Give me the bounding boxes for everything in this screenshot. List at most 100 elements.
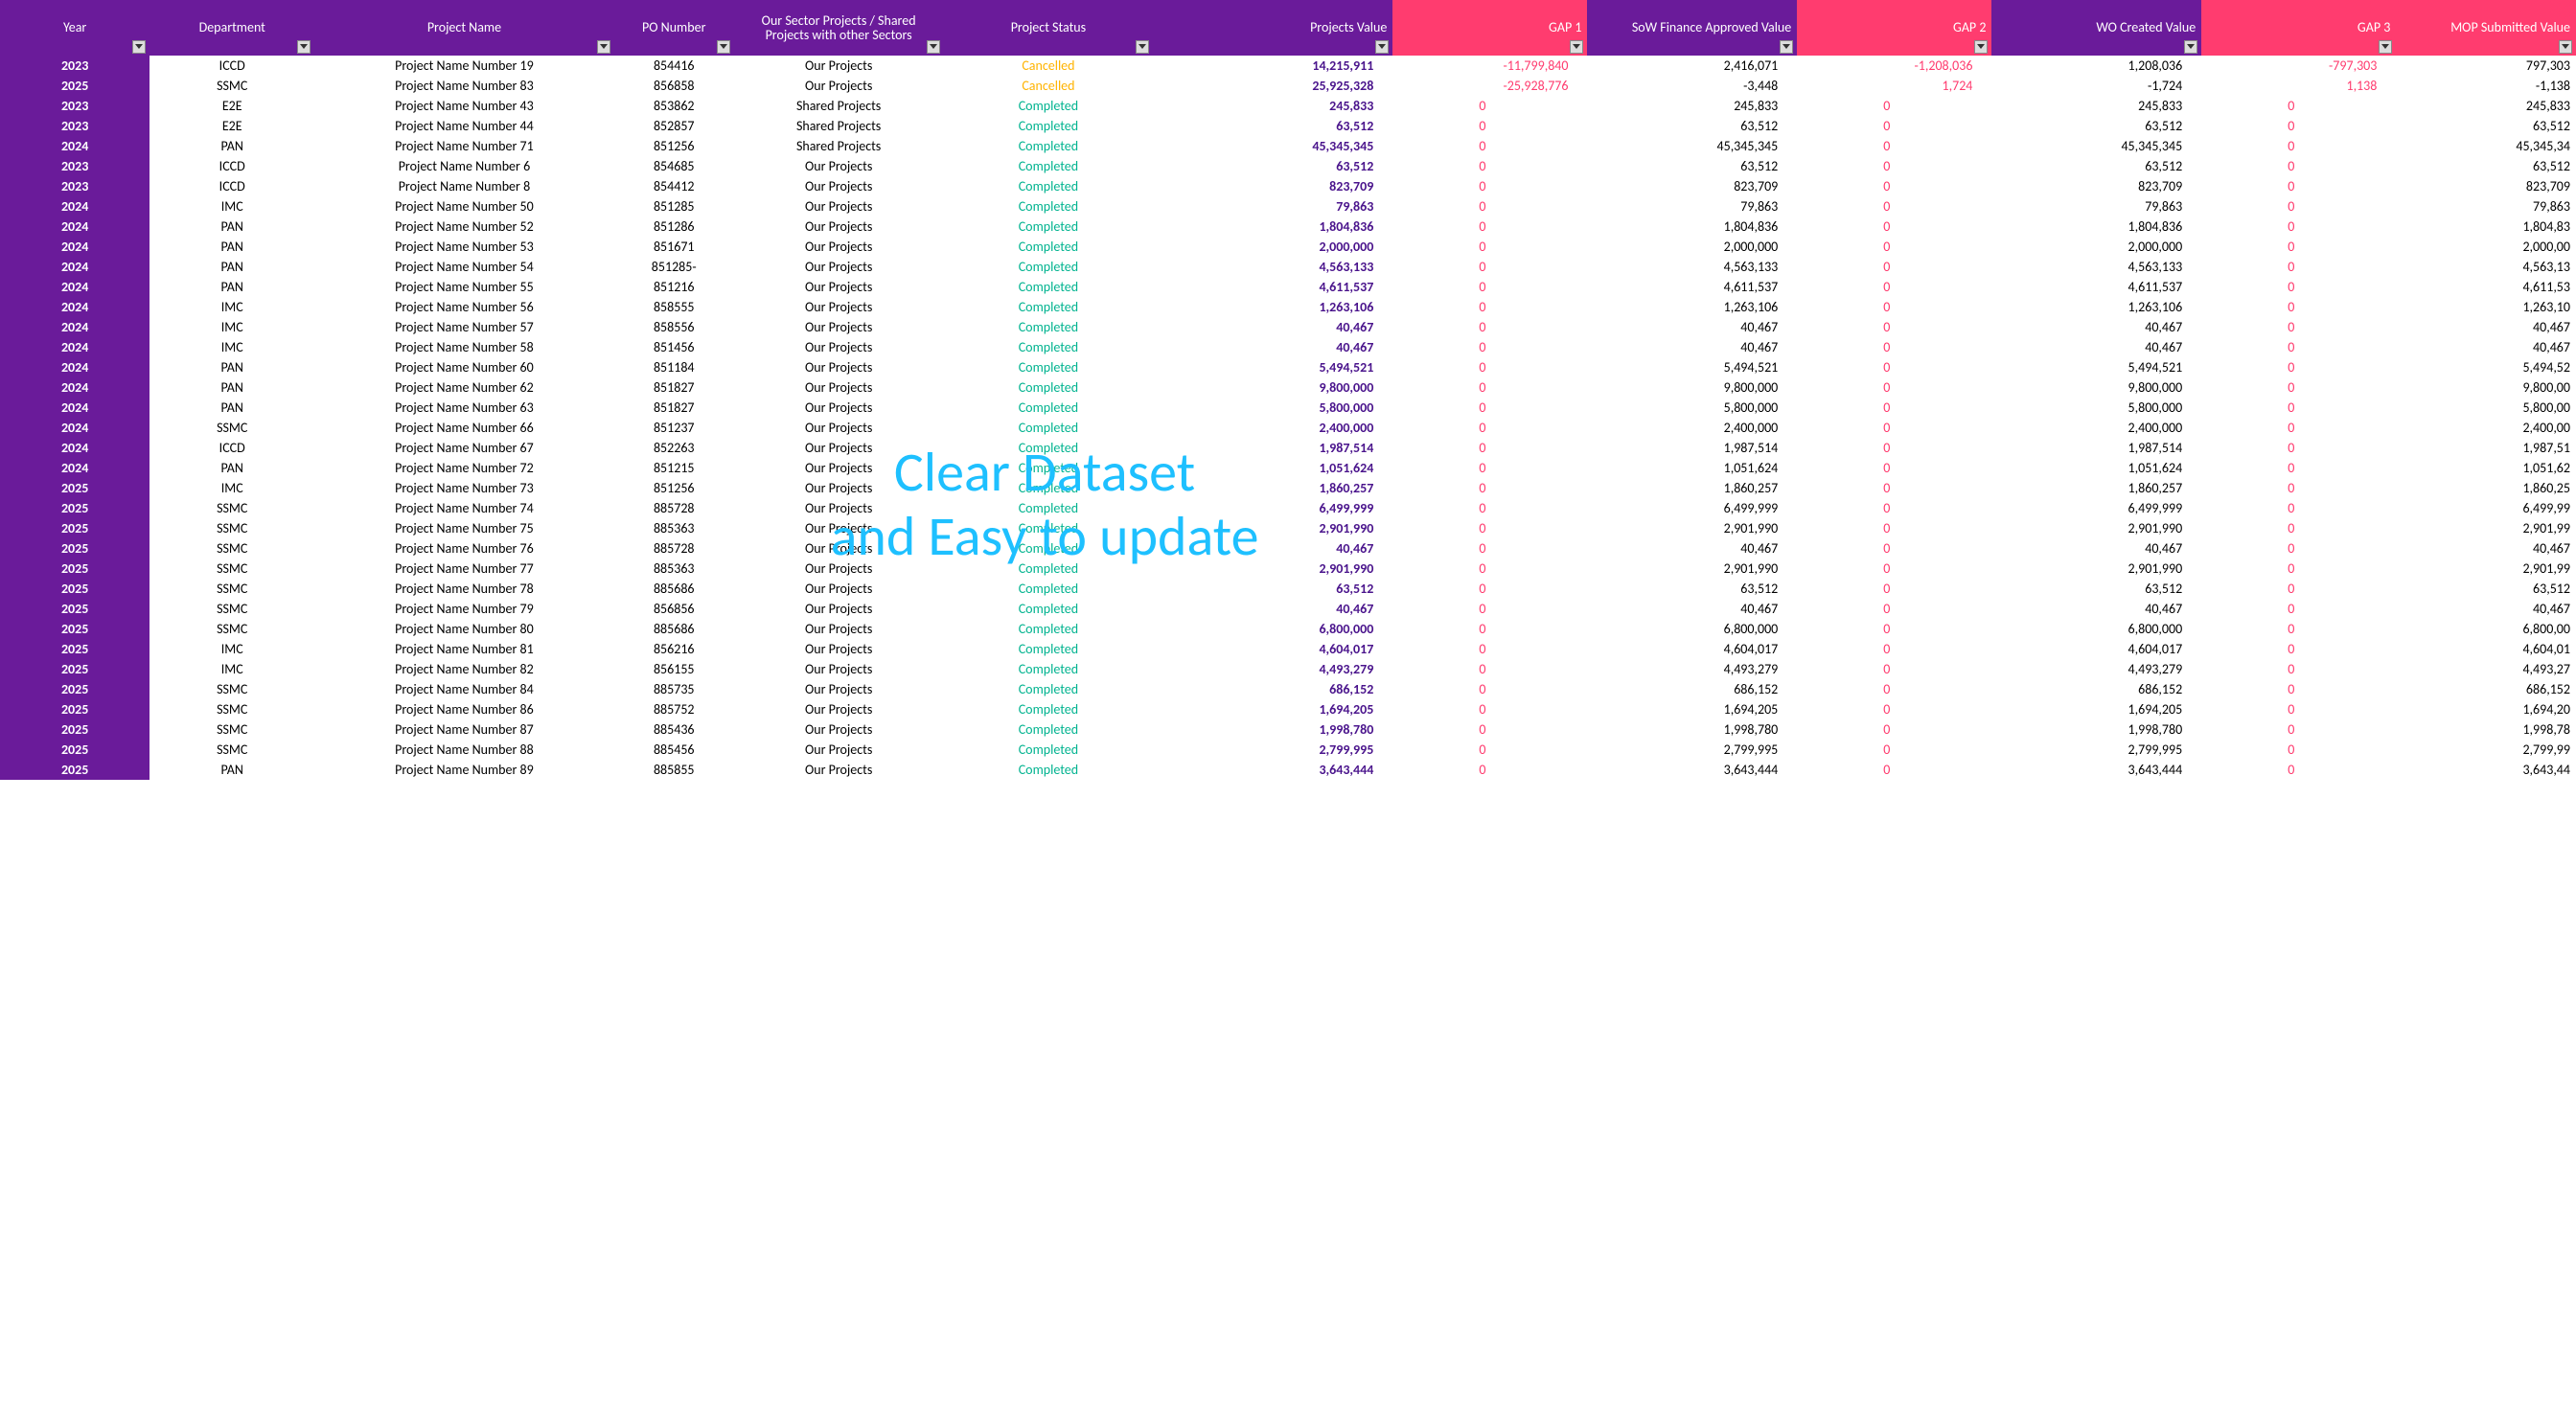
cell-mop[interactable]: 6,499,99 — [2396, 498, 2576, 518]
cell-status[interactable]: Completed — [944, 538, 1154, 559]
column-header-dept[interactable]: Department — [150, 0, 314, 56]
filter-dropdown-icon[interactable] — [927, 40, 940, 54]
cell-status[interactable]: Completed — [944, 559, 1154, 579]
cell-po[interactable]: 851456 — [614, 337, 734, 357]
cell-po[interactable]: 852263 — [614, 438, 734, 458]
cell-pname[interactable]: Project Name Number 53 — [314, 237, 614, 257]
cell-status[interactable]: Completed — [944, 377, 1154, 398]
cell-sector[interactable]: Our Projects — [734, 76, 944, 96]
cell-sow[interactable]: 245,833 — [1587, 96, 1797, 116]
cell-sector[interactable]: Our Projects — [734, 458, 944, 478]
cell-sector[interactable]: Our Projects — [734, 498, 944, 518]
cell-year[interactable]: 2024 — [0, 217, 150, 237]
table-row[interactable]: 2023E2EProject Name Number 44852857Share… — [0, 116, 2576, 136]
cell-year[interactable]: 2024 — [0, 418, 150, 438]
cell-sow[interactable]: 40,467 — [1587, 599, 1797, 619]
cell-sector[interactable]: Our Projects — [734, 659, 944, 679]
cell-gap2[interactable]: 0 — [1797, 156, 1991, 176]
cell-wo[interactable]: 4,611,537 — [1991, 277, 2201, 297]
cell-sector[interactable]: Our Projects — [734, 156, 944, 176]
cell-gap1[interactable]: 0 — [1392, 337, 1587, 357]
cell-wo[interactable]: 2,000,000 — [1991, 237, 2201, 257]
filter-dropdown-icon[interactable] — [717, 40, 730, 54]
filter-dropdown-icon[interactable] — [1974, 40, 1988, 54]
cell-dept[interactable]: IMC — [150, 297, 314, 317]
cell-wo[interactable]: 5,494,521 — [1991, 357, 2201, 377]
cell-gap2[interactable]: 0 — [1797, 96, 1991, 116]
cell-sow[interactable]: 4,493,279 — [1587, 659, 1797, 679]
cell-dept[interactable]: SSMC — [150, 699, 314, 719]
cell-year[interactable]: 2023 — [0, 56, 150, 76]
cell-po[interactable]: 851237 — [614, 418, 734, 438]
cell-mop[interactable]: 1,987,51 — [2396, 438, 2576, 458]
cell-po[interactable]: 851827 — [614, 377, 734, 398]
cell-dept[interactable]: ICCD — [150, 56, 314, 76]
cell-sow[interactable]: 1,998,780 — [1587, 719, 1797, 740]
cell-wo[interactable]: 2,901,990 — [1991, 559, 2201, 579]
cell-gap2[interactable]: 0 — [1797, 337, 1991, 357]
cell-gap1[interactable]: 0 — [1392, 317, 1587, 337]
cell-gap2[interactable]: 0 — [1797, 136, 1991, 156]
cell-sow[interactable]: 1,051,624 — [1587, 458, 1797, 478]
cell-wo[interactable]: 9,800,000 — [1991, 377, 2201, 398]
filter-dropdown-icon[interactable] — [132, 40, 146, 54]
cell-gap3[interactable]: 0 — [2201, 217, 2396, 237]
cell-year[interactable]: 2025 — [0, 679, 150, 699]
cell-year[interactable]: 2025 — [0, 579, 150, 599]
table-row[interactable]: 2025SSMCProject Name Number 79856856Our … — [0, 599, 2576, 619]
cell-sow[interactable]: 2,901,990 — [1587, 559, 1797, 579]
cell-status[interactable]: Completed — [944, 740, 1154, 760]
cell-status[interactable]: Completed — [944, 639, 1154, 659]
cell-value[interactable]: 2,901,990 — [1153, 559, 1392, 579]
cell-pname[interactable]: Project Name Number 72 — [314, 458, 614, 478]
cell-status[interactable]: Completed — [944, 196, 1154, 217]
cell-sow[interactable]: 6,800,000 — [1587, 619, 1797, 639]
cell-status[interactable]: Completed — [944, 136, 1154, 156]
table-row[interactable]: 2024PANProject Name Number 52851286Our P… — [0, 217, 2576, 237]
cell-sector[interactable]: Our Projects — [734, 398, 944, 418]
table-row[interactable]: 2023ICCDProject Name Number 19854416Our … — [0, 56, 2576, 76]
cell-pname[interactable]: Project Name Number 80 — [314, 619, 614, 639]
cell-po[interactable]: 885456 — [614, 740, 734, 760]
cell-pname[interactable]: Project Name Number 75 — [314, 518, 614, 538]
cell-gap2[interactable]: 0 — [1797, 357, 1991, 377]
cell-value[interactable]: 40,467 — [1153, 538, 1392, 559]
cell-gap3[interactable]: 0 — [2201, 438, 2396, 458]
cell-gap1[interactable]: 0 — [1392, 277, 1587, 297]
cell-status[interactable]: Completed — [944, 237, 1154, 257]
cell-sow[interactable]: 2,400,000 — [1587, 418, 1797, 438]
cell-status[interactable]: Completed — [944, 599, 1154, 619]
cell-year[interactable]: 2025 — [0, 599, 150, 619]
cell-value[interactable]: 45,345,345 — [1153, 136, 1392, 156]
cell-gap3[interactable]: 0 — [2201, 377, 2396, 398]
cell-wo[interactable]: -1,724 — [1991, 76, 2201, 96]
cell-wo[interactable]: 1,804,836 — [1991, 217, 2201, 237]
cell-sector[interactable]: Our Projects — [734, 377, 944, 398]
cell-value[interactable]: 1,998,780 — [1153, 719, 1392, 740]
cell-wo[interactable]: 4,493,279 — [1991, 659, 2201, 679]
cell-wo[interactable]: 40,467 — [1991, 317, 2201, 337]
cell-sector[interactable]: Our Projects — [734, 719, 944, 740]
cell-gap1[interactable]: 0 — [1392, 96, 1587, 116]
table-row[interactable]: 2025IMCProject Name Number 82856155Our P… — [0, 659, 2576, 679]
cell-mop[interactable]: 797,303 — [2396, 56, 2576, 76]
cell-status[interactable]: Completed — [944, 317, 1154, 337]
cell-gap1[interactable]: 0 — [1392, 579, 1587, 599]
cell-status[interactable]: Completed — [944, 760, 1154, 780]
cell-sector[interactable]: Our Projects — [734, 317, 944, 337]
cell-pname[interactable]: Project Name Number 8 — [314, 176, 614, 196]
cell-po[interactable]: 851286 — [614, 217, 734, 237]
cell-dept[interactable]: SSMC — [150, 538, 314, 559]
cell-sow[interactable]: 4,604,017 — [1587, 639, 1797, 659]
cell-gap3[interactable]: 0 — [2201, 679, 2396, 699]
cell-gap1[interactable]: 0 — [1392, 136, 1587, 156]
cell-pname[interactable]: Project Name Number 62 — [314, 377, 614, 398]
cell-pname[interactable]: Project Name Number 54 — [314, 257, 614, 277]
cell-year[interactable]: 2024 — [0, 357, 150, 377]
cell-value[interactable]: 6,499,999 — [1153, 498, 1392, 518]
cell-mop[interactable]: 63,512 — [2396, 156, 2576, 176]
cell-value[interactable]: 2,400,000 — [1153, 418, 1392, 438]
cell-gap1[interactable]: 0 — [1392, 599, 1587, 619]
cell-sector[interactable]: Our Projects — [734, 257, 944, 277]
cell-sow[interactable]: 4,563,133 — [1587, 257, 1797, 277]
